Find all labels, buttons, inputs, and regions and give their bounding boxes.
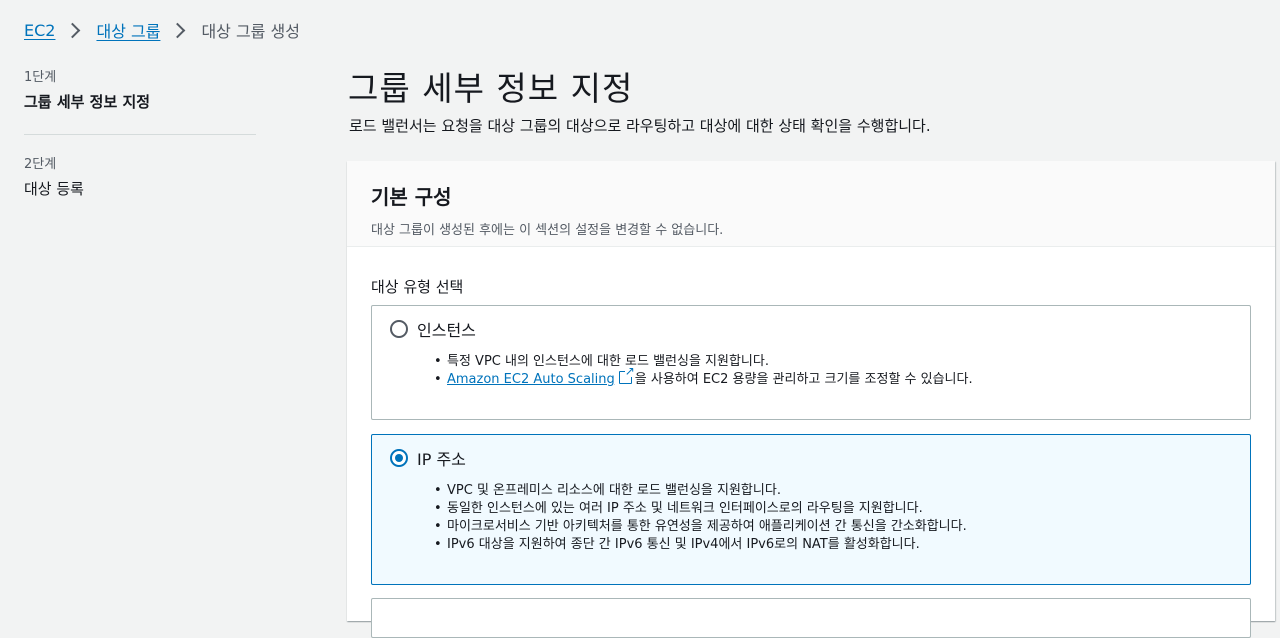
target-type-label: 대상 유형 선택 [371,278,464,296]
list-item: IPv6 대상을 지원하여 종단 간 IPv6 통신 및 IPv4에서 IPv6… [434,536,967,554]
list-item: VPC 및 온프레미스 리소스에 대한 로드 밸런싱을 지원합니다. [434,482,967,500]
instances-bullet-list: 특정 VPC 내의 인스턴스에 대한 로드 밸런싱을 지원합니다. Amazon… [434,353,973,389]
auto-scaling-link[interactable]: Amazon EC2 Auto Scaling [447,372,615,387]
chevron-right-icon [65,22,81,38]
target-type-option-next[interactable] [371,598,1251,638]
step-2-number: 2단계 [24,157,57,172]
breadcrumb-link-ec2[interactable]: EC2 [24,21,55,40]
external-link-icon [618,365,635,384]
step-2-title: 대상 등록 [24,180,84,198]
step-2: 2단계 대상 등록 [24,153,256,199]
instances-option-label: 인스턴스 [417,321,476,340]
step-divider [24,134,256,135]
breadcrumb-current: 대상 그룹 생성 [201,22,300,41]
basic-config-panel: 기본 구성 대상 그룹이 생성된 후에는 이 섹션의 설정을 변경할 수 없습니… [347,161,1275,638]
ip-address-radio[interactable] [390,449,408,467]
list-item: Amazon EC2 Auto Scaling 을 사용하여 EC2 용량을 관리… [434,365,973,389]
page-description: 로드 밸런서는 요청을 대상 그룹의 대상으로 라우팅하고 대상에 대한 상태 … [349,117,931,135]
instances-radio[interactable] [390,320,408,338]
auto-scaling-text: 을 사용하여 EC2 용량을 관리하고 크기를 조정할 수 있습니다. [634,372,973,387]
target-type-option-ip-addresses[interactable]: IP 주소 VPC 및 온프레미스 리소스에 대한 로드 밸런싱을 지원합니다.… [371,434,1251,585]
list-item: 특정 VPC 내의 인스턴스에 대한 로드 밸런싱을 지원합니다. [434,353,973,371]
breadcrumb-link-target-groups[interactable]: 대상 그룹 [96,18,160,42]
step-1-title: 그룹 세부 정보 지정 [24,93,151,111]
chevron-right-icon [170,22,186,38]
panel-description: 대상 그룹이 생성된 후에는 이 섹션의 설정을 변경할 수 없습니다. [371,223,724,238]
list-item: 동일한 인스턴스에 있는 여러 IP 주소 및 네트워크 인터페이스로의 라우팅… [434,500,967,518]
ip-address-option-label: IP 주소 [417,450,466,469]
page-title: 그룹 세부 정보 지정 [348,69,634,108]
wizard-steps: 1단계 그룹 세부 정보 지정 2단계 대상 등록 [24,66,256,199]
breadcrumb: EC2 대상 그룹 대상 그룹 생성 [24,18,300,42]
panel-header: 기본 구성 대상 그룹이 생성된 후에는 이 섹션의 설정을 변경할 수 없습니… [347,161,1275,247]
ip-address-bullet-list: VPC 및 온프레미스 리소스에 대한 로드 밸런싱을 지원합니다. 동일한 인… [434,482,967,554]
list-item: 마이크로서비스 기반 아키텍처를 통한 유연성을 제공하여 애플리케이션 간 통… [434,518,967,536]
target-type-option-instances[interactable]: 인스턴스 특정 VPC 내의 인스턴스에 대한 로드 밸런싱을 지원합니다. A… [371,305,1251,420]
step-1-number: 1단계 [24,70,57,85]
panel-title: 기본 구성 [371,185,452,209]
step-1: 1단계 그룹 세부 정보 지정 [24,66,256,112]
